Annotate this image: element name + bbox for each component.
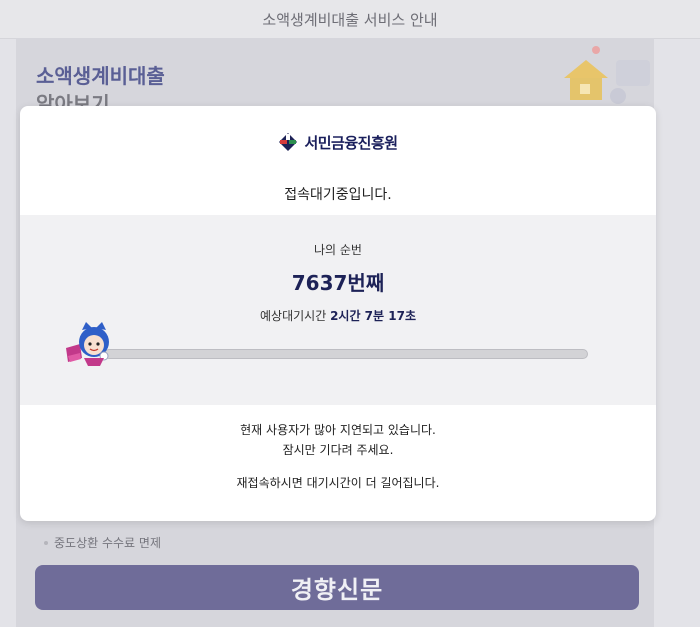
mascot-icon bbox=[66, 322, 109, 366]
eta-value: 2시간 7분 17초 bbox=[330, 309, 416, 323]
waiting-queue-modal: 서민금융진흥원 접속대기중입니다. 나의 순번 7637번째 예상대기시간 2시… bbox=[20, 106, 656, 521]
please-wait-message: 잠시만 기다려 주세요. bbox=[282, 443, 394, 457]
logo-text: 서민금융진흥원 bbox=[304, 133, 398, 152]
background-feature-item: 중도상환 수수료 면제 bbox=[44, 534, 161, 551]
page-header: 소액생계비대출 서비스 안내 bbox=[0, 0, 700, 39]
my-order-label: 나의 순번 bbox=[314, 243, 362, 257]
bullet-icon bbox=[44, 540, 48, 545]
background-apply-button: 경향신문 bbox=[35, 565, 639, 610]
logo: 서민금융진흥원 bbox=[20, 128, 656, 156]
eta-label: 예상대기시간 bbox=[260, 309, 327, 323]
delay-message: 현재 사용자가 많아 지연되고 있습니다. bbox=[240, 423, 436, 437]
queue-progress-bar bbox=[104, 349, 588, 359]
house-illustration-icon bbox=[564, 46, 650, 104]
waiting-status-title: 접속대기중입니다. bbox=[284, 187, 392, 203]
brand-logo-icon bbox=[279, 133, 298, 151]
watermark-text: 경향신문 bbox=[290, 575, 384, 604]
feature-label: 중도상환 수수료 면제 bbox=[54, 536, 161, 550]
background-subheading: 알아보기 bbox=[36, 92, 110, 106]
background-heading: 소액생계비대출 bbox=[36, 64, 165, 88]
queue-number: 7637번째 bbox=[291, 271, 385, 295]
reconnect-warning-message: 재접속하시면 대기시간이 더 길어집니다. bbox=[236, 476, 440, 490]
page-title: 소액생계비대출 서비스 안내 bbox=[262, 10, 438, 29]
